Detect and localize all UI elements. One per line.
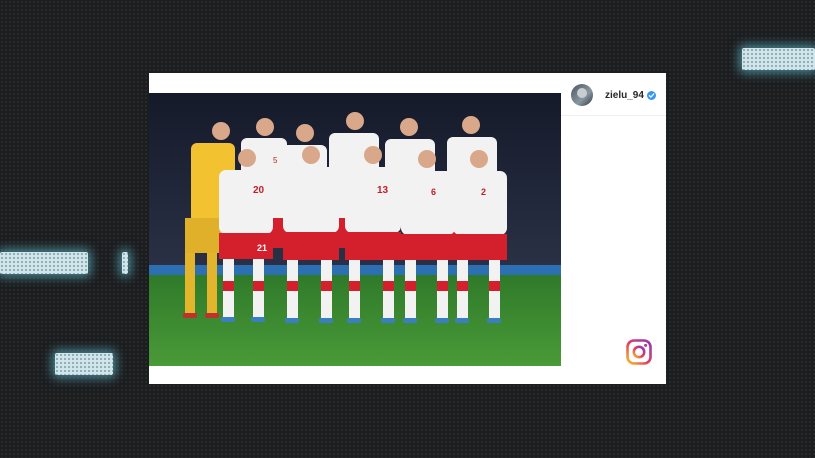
svg-text:21: 21 <box>257 243 267 253</box>
glow-bar-left-small <box>122 252 128 274</box>
post-sidebar: zielu_94 <box>561 73 666 384</box>
svg-text:6: 6 <box>431 187 436 197</box>
svg-text:2: 2 <box>481 187 486 197</box>
instagram-icon[interactable] <box>626 339 652 365</box>
verified-badge-icon <box>646 90 656 100</box>
post-image[interactable]: 5 20 21 13 6 2 <box>149 93 561 366</box>
glow-bar-top-right <box>742 48 815 70</box>
svg-text:20: 20 <box>253 185 265 196</box>
glow-bar-left <box>0 252 88 274</box>
svg-text:13: 13 <box>377 185 389 196</box>
team-photo: 5 20 21 13 6 2 <box>149 93 561 366</box>
glow-bar-bottom-left <box>55 353 113 375</box>
instagram-embed-card: 5 20 21 13 6 2 zielu_94 <box>149 73 666 384</box>
avatar[interactable] <box>571 84 593 106</box>
svg-text:5: 5 <box>273 156 278 165</box>
header-divider <box>561 115 666 116</box>
profile-header[interactable]: zielu_94 <box>571 83 656 107</box>
username[interactable]: zielu_94 <box>605 90 644 101</box>
